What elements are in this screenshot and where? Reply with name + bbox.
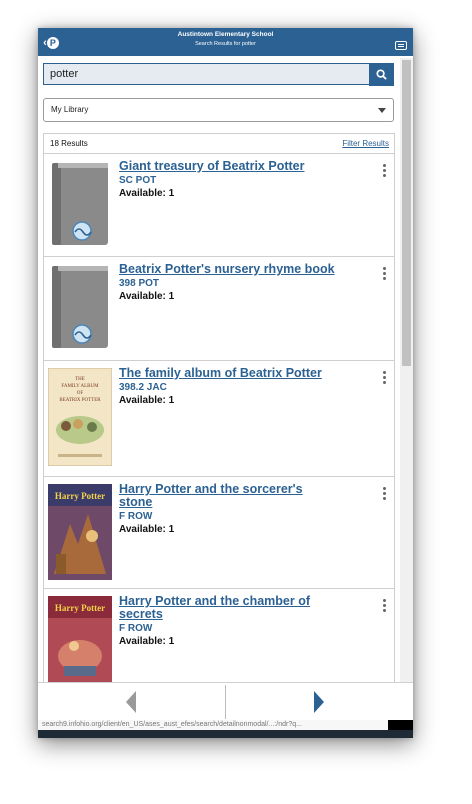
next-button[interactable] xyxy=(226,683,413,721)
book-cover-image: Harry Potter xyxy=(48,596,112,692)
availability: Available: 1 xyxy=(119,291,175,302)
availability: Available: 1 xyxy=(119,395,175,406)
taskbar xyxy=(38,730,413,738)
results-bar: 18 Results Filter Results xyxy=(44,134,394,154)
app-header: ‹ P Austintown Elementary School Search R… xyxy=(38,28,413,56)
availability: Available: 1 xyxy=(119,636,175,647)
result-title[interactable]: Harry Potter and the chamber of secrets xyxy=(119,595,339,621)
school-name: Austintown Elementary School xyxy=(177,31,274,38)
more-options-icon[interactable] xyxy=(383,599,386,614)
book-cover-image: Harry Potter xyxy=(48,484,112,580)
result-item[interactable]: THE FAMILY ALBUM OF BEATRIX POTTER The f… xyxy=(44,361,394,477)
search-input-value: potter xyxy=(50,68,79,80)
more-options-icon[interactable] xyxy=(383,267,386,282)
more-options-icon[interactable] xyxy=(383,487,386,502)
generic-book-icon xyxy=(52,163,108,245)
availability: Available: 1 xyxy=(119,524,175,535)
result-item[interactable]: Harry Potter Harry Potter and the sorcer… xyxy=(44,477,394,589)
cover-text: FAMILY ALBUM xyxy=(61,384,99,389)
status-url: search9.infohio.org/client/en_US/ases_au… xyxy=(38,720,413,730)
result-title[interactable]: The family album of Beatrix Potter xyxy=(119,367,339,380)
call-number: SC POT xyxy=(119,175,157,186)
chevron-right-icon xyxy=(314,691,324,713)
cover-text: BEATRIX POTTER xyxy=(59,398,101,403)
generic-book-icon xyxy=(52,266,108,348)
more-options-icon[interactable] xyxy=(383,164,386,179)
previous-button[interactable] xyxy=(38,683,225,721)
results-list: 18 Results Filter Results Giant treasury… xyxy=(43,133,395,693)
call-number: F ROW xyxy=(119,511,153,522)
result-title[interactable]: Beatrix Potter's nursery rhyme book xyxy=(119,263,339,276)
result-item[interactable]: Harry Potter Harry Potter and the chambe… xyxy=(44,589,394,692)
call-number: F ROW xyxy=(119,623,153,634)
result-title[interactable]: Giant treasury of Beatrix Potter xyxy=(119,160,339,173)
cover-text: OF xyxy=(77,391,84,396)
app-window: ‹ P Austintown Elementary School Search R… xyxy=(38,28,413,738)
call-number: 398.2 JAC xyxy=(119,382,167,393)
scrollbar[interactable] xyxy=(400,58,413,708)
menu-icon[interactable] xyxy=(395,41,407,50)
book-cover-image: THE FAMILY ALBUM OF BEATRIX POTTER xyxy=(48,368,112,466)
more-options-icon[interactable] xyxy=(383,371,386,386)
cover-text: THE xyxy=(75,377,85,382)
library-select[interactable]: My Library xyxy=(43,98,394,122)
chevron-down-icon xyxy=(378,108,386,113)
search-button[interactable] xyxy=(369,63,394,86)
cover-text: Harry Potter xyxy=(55,491,105,501)
result-item[interactable]: Giant treasury of Beatrix Potter SC POT … xyxy=(44,154,394,257)
search-icon xyxy=(376,69,387,80)
chevron-left-icon xyxy=(126,691,136,713)
availability: Available: 1 xyxy=(119,188,175,199)
result-item[interactable]: Beatrix Potter's nursery rhyme book 398 … xyxy=(44,257,394,361)
filter-results-link[interactable]: Filter Results xyxy=(342,139,389,148)
bottom-navigation xyxy=(38,682,413,721)
library-select-value: My Library xyxy=(51,105,89,114)
search-input[interactable]: potter xyxy=(43,63,369,85)
results-count: 18 Results xyxy=(50,139,88,148)
scrollbar-thumb[interactable] xyxy=(402,60,411,366)
result-title[interactable]: Harry Potter and the sorcerer's stone xyxy=(119,483,339,509)
call-number: 398 POT xyxy=(119,278,160,289)
cover-text: Harry Potter xyxy=(55,603,105,613)
search-results-subtitle: Search Results for potter xyxy=(195,41,256,47)
